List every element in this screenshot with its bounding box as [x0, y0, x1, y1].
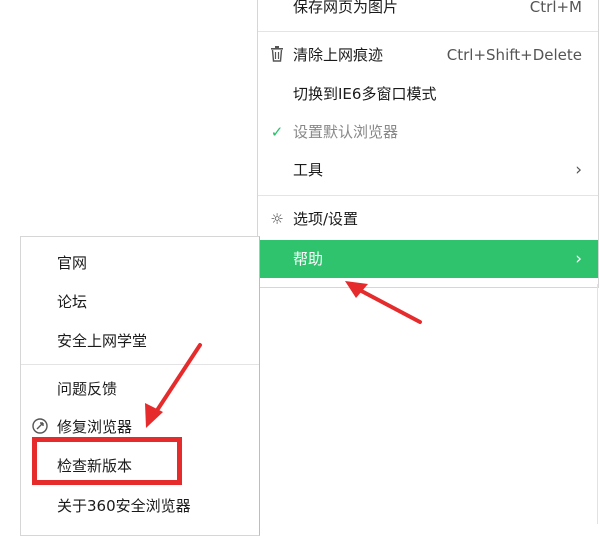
annotation-arrow-help [345, 281, 422, 324]
annotation-arrow-check-update [145, 343, 202, 428]
annotation-arrows [145, 281, 422, 428]
